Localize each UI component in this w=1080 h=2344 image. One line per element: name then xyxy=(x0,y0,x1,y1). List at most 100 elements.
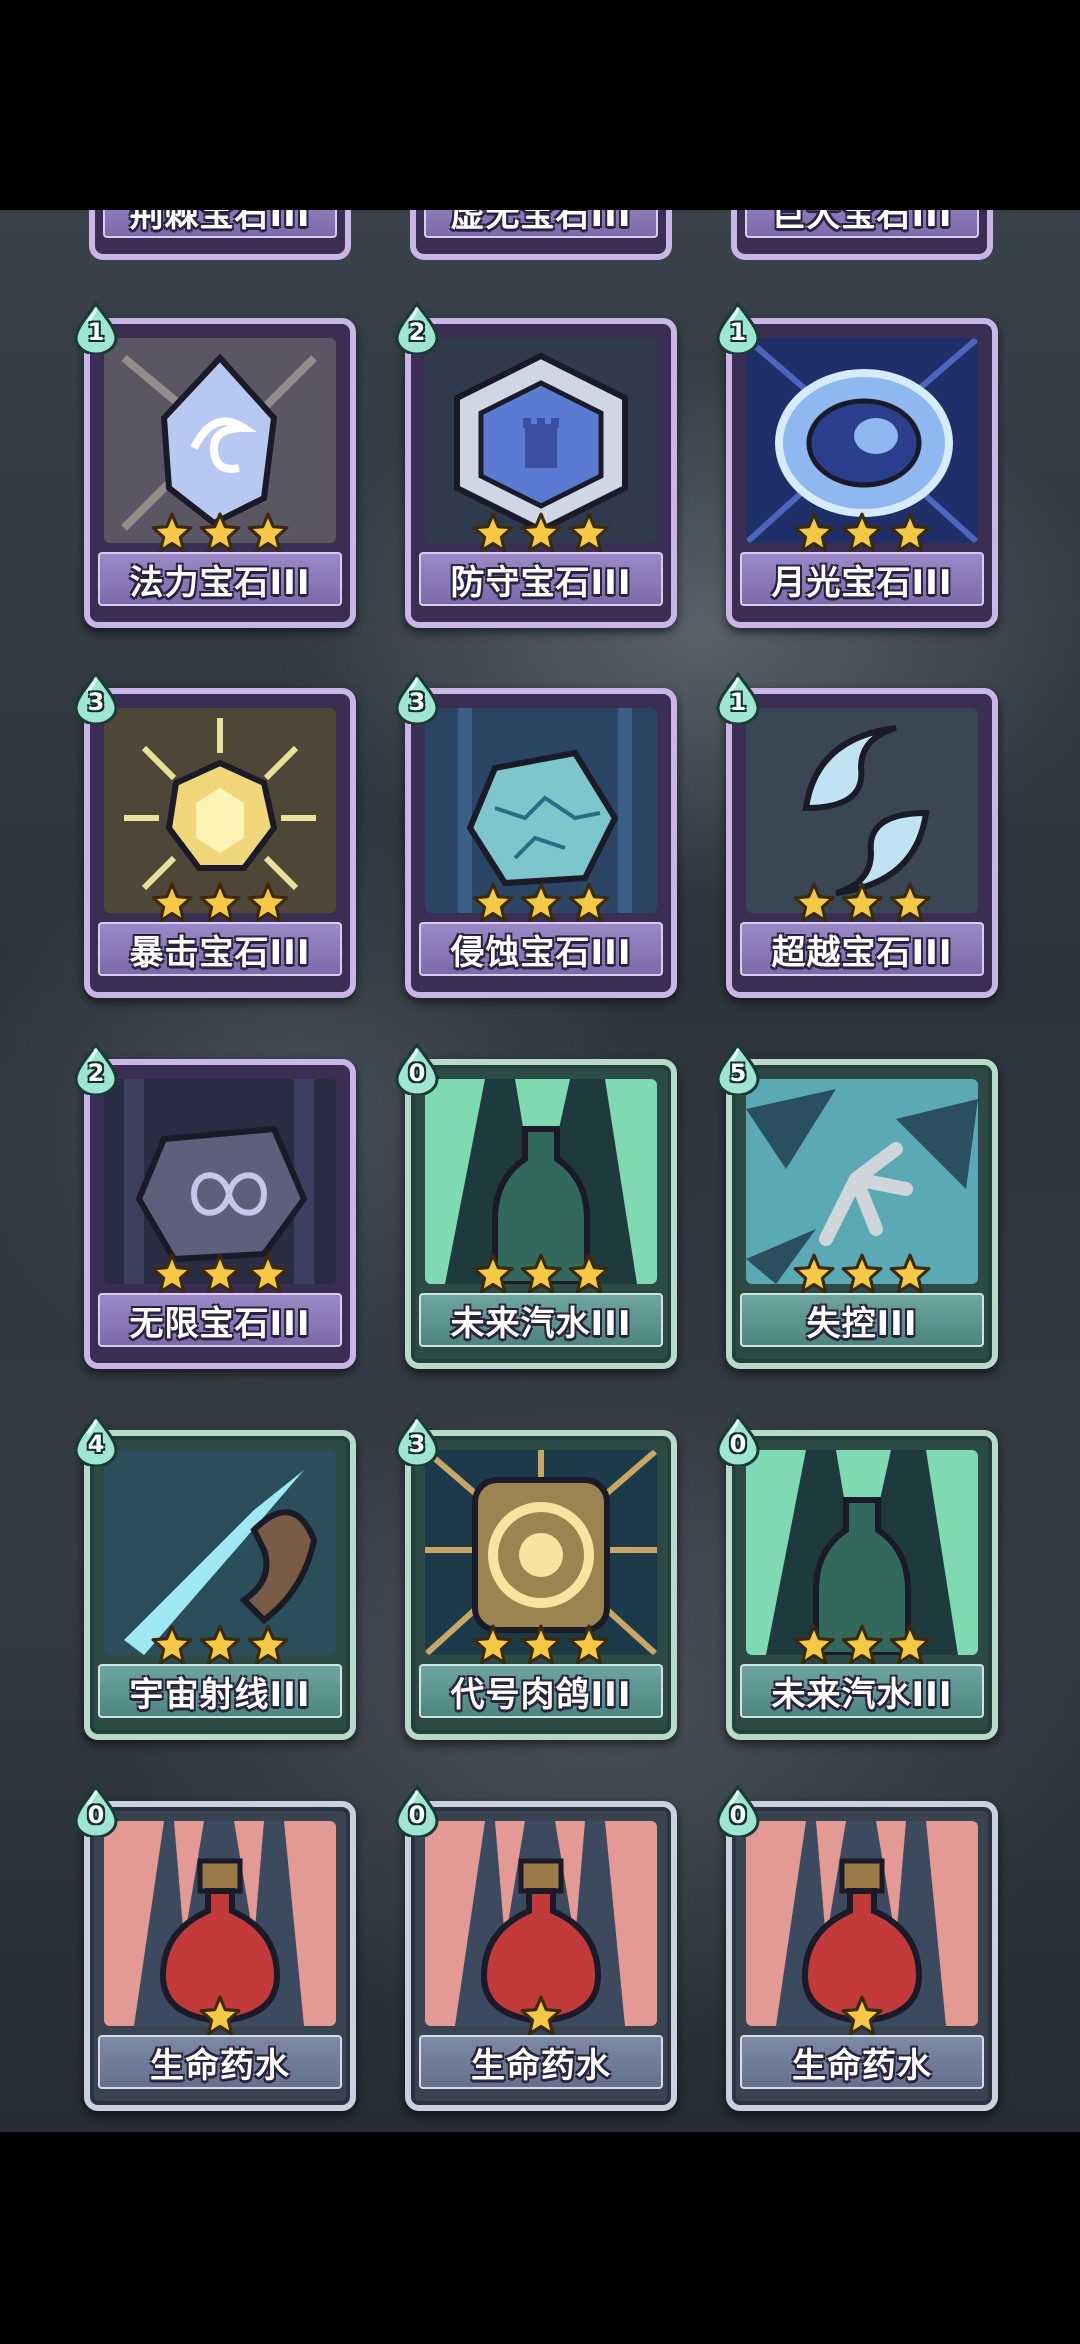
rarity-star-icon xyxy=(199,1253,241,1294)
card-name: 法力宝石III xyxy=(129,562,311,603)
rarity-star-icon xyxy=(472,1624,514,1665)
energy-cost-badge: 3 xyxy=(74,672,118,724)
card-name-bar: 生命药水 xyxy=(419,2035,663,2089)
card-name-bar: 未来汽水III xyxy=(740,1664,984,1718)
rarity-star-icon xyxy=(793,1624,835,1665)
card[interactable]: 超越宝石III 1 xyxy=(716,672,998,998)
energy-cost-value: 0 xyxy=(408,1059,426,1087)
rarity-star-icon xyxy=(568,512,610,553)
card-name: 荆棘宝石III xyxy=(129,210,311,235)
rarity-star-icon xyxy=(889,882,931,923)
star-rating xyxy=(90,1624,350,1668)
rarity-star-icon xyxy=(520,882,562,923)
star-rating xyxy=(732,1995,992,2039)
rarity-star-icon xyxy=(472,1253,514,1294)
card-collection-area[interactable]: 荆棘宝石III 虚无宝石III 巨大宝石III 法力宝石III 1 防守宝石III xyxy=(0,210,1080,2132)
rarity-star-icon xyxy=(520,1624,562,1665)
card-name-bar: 无限宝石III xyxy=(98,1293,342,1347)
card[interactable]: 未来汽水III 0 xyxy=(395,1043,677,1369)
rarity-star-icon xyxy=(472,882,514,923)
card-name: 失控III xyxy=(806,1303,918,1344)
rarity-star-icon xyxy=(151,1253,193,1294)
energy-cost-badge: 1 xyxy=(716,672,760,724)
rarity-star-icon xyxy=(568,1253,610,1294)
energy-cost-badge: 0 xyxy=(395,1785,439,1837)
star-rating xyxy=(411,1253,671,1297)
card-name: 未来汽水III xyxy=(771,1674,953,1715)
energy-cost-badge: 3 xyxy=(395,1414,439,1466)
star-rating xyxy=(411,512,671,556)
card[interactable]: 侵蚀宝石III 3 xyxy=(395,672,677,998)
card[interactable]: 暴击宝石III 3 xyxy=(74,672,356,998)
rarity-star-icon xyxy=(793,1253,835,1294)
star-rating xyxy=(411,1995,671,2039)
star-rating xyxy=(732,512,992,556)
energy-cost-value: 0 xyxy=(87,1801,105,1829)
card-name: 超越宝石III xyxy=(771,932,953,973)
card[interactable]: 防守宝石III 2 xyxy=(395,302,677,628)
partial-card[interactable]: 虚无宝石III xyxy=(410,210,672,260)
star-rating xyxy=(732,1253,992,1297)
rarity-star-icon xyxy=(841,1253,883,1294)
card-name: 未来汽水III xyxy=(450,1303,632,1344)
energy-cost-badge: 1 xyxy=(716,302,760,354)
card-name: 侵蚀宝石III xyxy=(450,932,632,973)
rarity-star-icon xyxy=(793,882,835,923)
card[interactable]: 生命药水 0 xyxy=(74,1785,356,2111)
card-name-bar: 巨大宝石III xyxy=(745,210,979,238)
card[interactable]: 失控III 5 xyxy=(716,1043,998,1369)
rarity-star-icon xyxy=(151,882,193,923)
card[interactable]: 无限宝石III 2 xyxy=(74,1043,356,1369)
card[interactable]: 未来汽水III 0 xyxy=(716,1414,998,1740)
card-grid: 荆棘宝石III 虚无宝石III 巨大宝石III 法力宝石III 1 防守宝石III xyxy=(0,210,1080,2132)
star-rating xyxy=(90,1253,350,1297)
partial-card[interactable]: 荆棘宝石III xyxy=(89,210,351,260)
energy-cost-badge: 2 xyxy=(74,1043,118,1095)
card-name: 月光宝石III xyxy=(771,562,953,603)
energy-cost-badge: 0 xyxy=(716,1414,760,1466)
card[interactable]: 宇宙射线III 4 xyxy=(74,1414,356,1740)
card-name-bar: 生命药水 xyxy=(98,2035,342,2089)
energy-cost-badge: 4 xyxy=(74,1414,118,1466)
card-name-bar: 宇宙射线III xyxy=(98,1664,342,1718)
card[interactable]: 生命药水 0 xyxy=(395,1785,677,2111)
card-name: 生命药水 xyxy=(150,2045,290,2086)
energy-cost-value: 5 xyxy=(729,1059,747,1087)
rarity-star-icon xyxy=(889,1253,931,1294)
card[interactable]: 生命药水 0 xyxy=(716,1785,998,2111)
rarity-star-icon xyxy=(247,882,289,923)
card[interactable]: 法力宝石III 1 xyxy=(74,302,356,628)
card-name-bar: 防守宝石III xyxy=(419,552,663,606)
rarity-star-icon xyxy=(247,1624,289,1665)
rarity-star-icon xyxy=(568,882,610,923)
rarity-star-icon xyxy=(841,512,883,553)
rarity-star-icon xyxy=(151,512,193,553)
energy-cost-badge: 3 xyxy=(395,672,439,724)
rarity-star-icon xyxy=(889,512,931,553)
top-black-bar xyxy=(0,0,1080,210)
card-name: 巨大宝石III xyxy=(771,210,953,235)
rarity-star-icon xyxy=(199,1995,241,2036)
card-name-bar: 代号肉鸽III xyxy=(419,1664,663,1718)
card-name-bar: 荆棘宝石III xyxy=(103,210,337,238)
rarity-star-icon xyxy=(199,1624,241,1665)
energy-cost-badge: 0 xyxy=(716,1785,760,1837)
rarity-star-icon xyxy=(247,1253,289,1294)
rarity-star-icon xyxy=(520,1995,562,2036)
star-rating xyxy=(90,512,350,556)
card-name: 无限宝石III xyxy=(129,1303,311,1344)
rarity-star-icon xyxy=(199,512,241,553)
card[interactable]: 代号肉鸽III 3 xyxy=(395,1414,677,1740)
card-name: 宇宙射线III xyxy=(129,1674,311,1715)
card-name-bar: 未来汽水III xyxy=(419,1293,663,1347)
energy-cost-badge: 1 xyxy=(74,302,118,354)
energy-cost-value: 3 xyxy=(408,688,426,716)
card-name: 生命药水 xyxy=(792,2045,932,2086)
card[interactable]: 月光宝石III 1 xyxy=(716,302,998,628)
energy-cost-value: 3 xyxy=(87,688,105,716)
partial-card[interactable]: 巨大宝石III xyxy=(731,210,993,260)
energy-cost-value: 1 xyxy=(729,318,747,346)
card-name-bar: 月光宝石III xyxy=(740,552,984,606)
card-name: 代号肉鸽III xyxy=(450,1674,632,1715)
rarity-star-icon xyxy=(841,1995,883,2036)
